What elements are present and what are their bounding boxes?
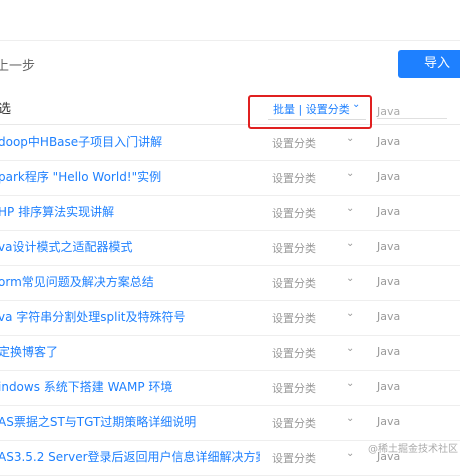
article-title-link[interactable]: AS票据之ST与TGT过期策略详细说明 xyxy=(0,413,260,430)
language-placeholder: Java xyxy=(377,105,401,118)
chevron-down-icon[interactable]: ⌄ xyxy=(346,133,354,144)
watermark: @稀土掘金技术社区 xyxy=(368,444,458,455)
language-select[interactable]: Java xyxy=(377,205,400,218)
chevron-down-icon[interactable]: ⌄ xyxy=(346,273,354,284)
category-select[interactable]: 设置分类 xyxy=(272,205,316,221)
prev-step-link[interactable]: 上一步 xyxy=(0,55,35,74)
language-select[interactable]: Java xyxy=(377,380,400,393)
language-select[interactable]: Java xyxy=(377,415,400,428)
chevron-down-icon[interactable]: ⌄ xyxy=(346,238,354,249)
table-row: HP 排序算法实现讲解 设置分类 ⌄ Java xyxy=(0,195,460,231)
chevron-down-icon[interactable]: ⌄ xyxy=(346,168,354,179)
chevron-down-icon[interactable]: ⌄ xyxy=(346,378,354,389)
import-button[interactable]: 导入 xyxy=(398,50,460,78)
table-row: indows 系统下搭建 WAMP 环境 设置分类 ⌄ Java xyxy=(0,370,460,406)
table-row: 定换博客了 设置分类 ⌄ Java xyxy=(0,335,460,371)
article-title-link[interactable]: AS3.5.2 Server登录后返回用户信息详细解决方案 xyxy=(0,448,260,465)
batch-language-select[interactable]: Java xyxy=(377,100,447,119)
chevron-down-icon[interactable]: ⌄ xyxy=(346,448,354,459)
category-select[interactable]: 设置分类 xyxy=(272,240,316,256)
language-select[interactable]: Java xyxy=(377,310,400,323)
table-row: va设计模式之适配器模式 设置分类 ⌄ Java xyxy=(0,230,460,266)
article-title-link[interactable]: va 字符串分割处理split及特殊符号 xyxy=(0,308,260,325)
table-row: AS票据之ST与TGT过期策略详细说明 设置分类 ⌄ Java xyxy=(0,405,460,441)
language-select[interactable]: Java xyxy=(377,345,400,358)
language-select[interactable]: Java xyxy=(377,275,400,288)
category-select[interactable]: 设置分类 xyxy=(272,170,316,186)
article-title-link[interactable]: va设计模式之适配器模式 xyxy=(0,238,260,255)
chevron-down-icon: ⌄ xyxy=(352,99,361,110)
chevron-down-icon[interactable]: ⌄ xyxy=(346,413,354,424)
article-title-link[interactable]: HP 排序算法实现讲解 xyxy=(0,203,260,220)
table-row: orm常见问题及解决方案总结 设置分类 ⌄ Java xyxy=(0,265,460,301)
article-title-link[interactable]: 定换博客了 xyxy=(0,343,260,360)
category-select[interactable]: 设置分类 xyxy=(272,135,316,151)
chevron-down-icon[interactable]: ⌄ xyxy=(346,203,354,214)
language-select[interactable]: Java xyxy=(377,135,400,148)
language-select[interactable]: Java xyxy=(377,170,400,183)
table-row: va 字符串分割处理split及特殊符号 设置分类 ⌄ Java xyxy=(0,300,460,336)
category-select[interactable]: 设置分类 xyxy=(272,450,316,466)
category-select[interactable]: 设置分类 xyxy=(272,380,316,396)
article-title-link[interactable]: orm常见问题及解决方案总结 xyxy=(0,273,260,290)
top-bar xyxy=(0,0,460,41)
table-row: park程序 "Hello World!"实例 设置分类 ⌄ Java xyxy=(0,160,460,196)
article-title-link[interactable]: indows 系统下搭建 WAMP 环境 xyxy=(0,378,260,395)
article-title-link[interactable]: doop中HBase子项目入门讲解 xyxy=(0,133,260,150)
chevron-down-icon[interactable]: ⌄ xyxy=(346,308,354,319)
chevron-down-icon[interactable]: ⌄ xyxy=(346,343,354,354)
article-title-link[interactable]: park程序 "Hello World!"实例 xyxy=(0,168,260,185)
category-select[interactable]: 设置分类 xyxy=(272,415,316,431)
toolbar: 上一步 xyxy=(0,41,460,87)
language-select[interactable]: Java xyxy=(377,240,400,253)
category-select[interactable]: 设置分类 xyxy=(272,310,316,326)
select-label: 选 xyxy=(0,102,12,117)
batch-category-label: 批量 | 设置分类 xyxy=(273,103,350,116)
table-row: doop中HBase子项目入门讲解 设置分类 ⌄ Java xyxy=(0,125,460,161)
category-select[interactable]: 设置分类 xyxy=(272,275,316,291)
batch-category-select[interactable]: 批量 | 设置分类 ⌄ xyxy=(268,99,366,120)
category-select[interactable]: 设置分类 xyxy=(272,345,316,361)
